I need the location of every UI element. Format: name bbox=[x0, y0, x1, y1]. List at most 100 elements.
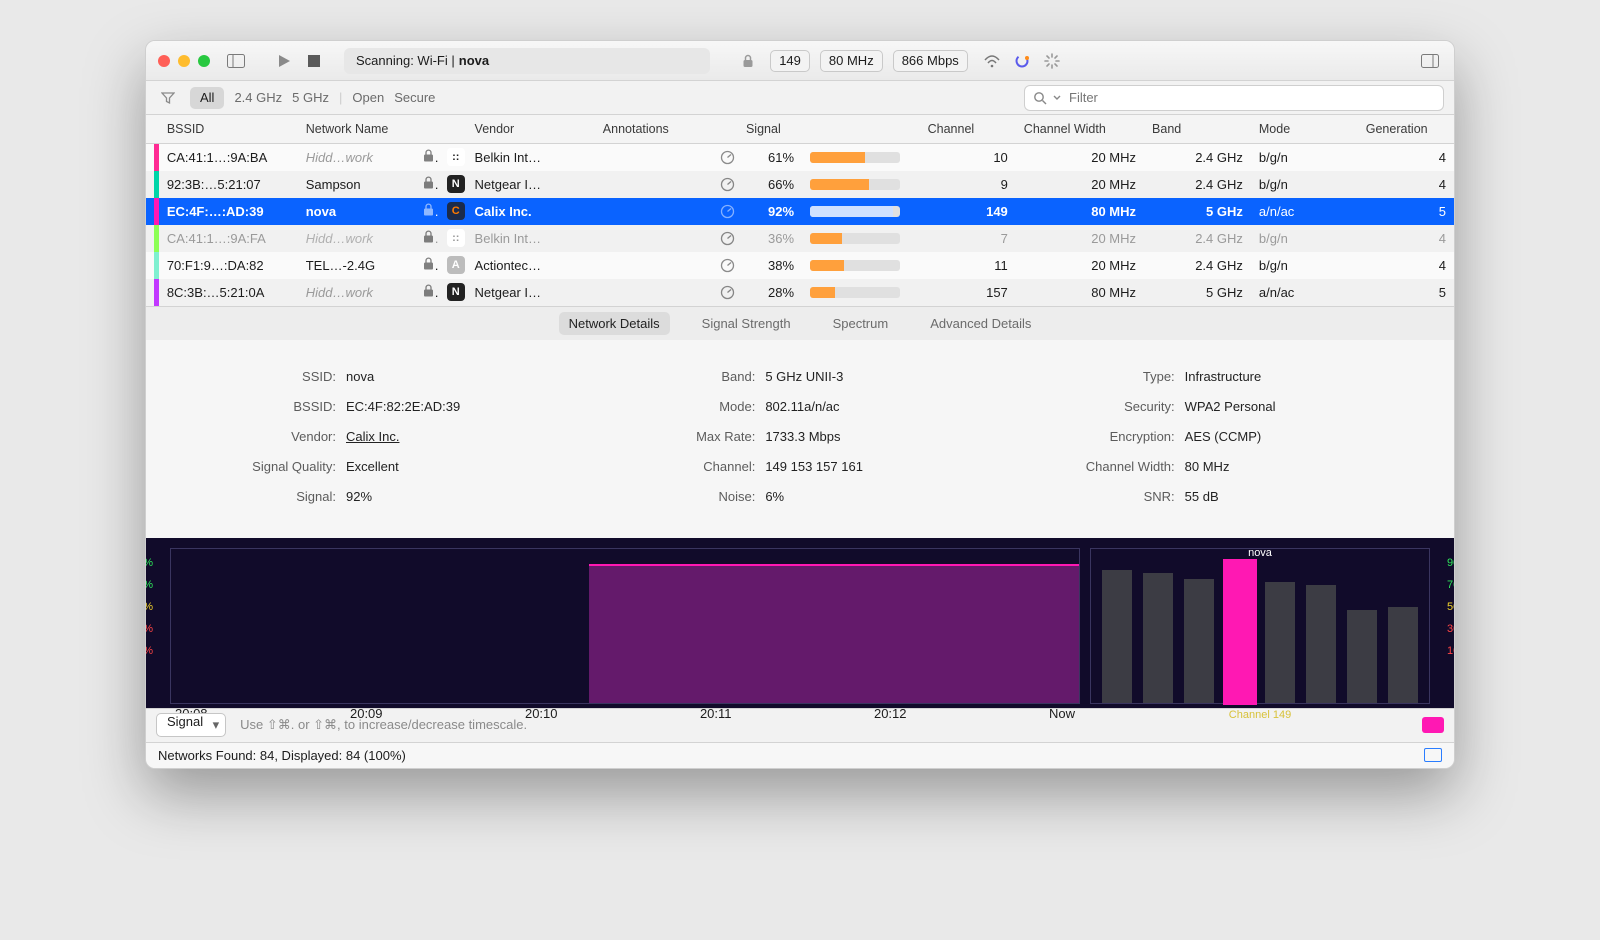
table-header-row[interactable]: BSSIDNetwork Name VendorAnnotations Signal… bbox=[146, 115, 1454, 143]
column-header[interactable]: Channel bbox=[920, 115, 1016, 143]
status-bar: Networks Found: 84, Displayed: 84 (100%) bbox=[146, 742, 1454, 768]
value-encryption: AES (CCMP) bbox=[1185, 429, 1262, 444]
gauge-icon bbox=[720, 285, 730, 300]
value-mode: 802.11a/n/ac bbox=[765, 399, 839, 414]
gauge-icon bbox=[720, 177, 730, 192]
spinner-icon bbox=[1040, 49, 1064, 73]
lock-icon bbox=[423, 149, 434, 162]
filter-funnel-icon[interactable] bbox=[156, 86, 180, 110]
play-scan-button[interactable] bbox=[272, 49, 296, 73]
column-header[interactable]: Network Name bbox=[298, 115, 416, 143]
search-icon bbox=[1033, 91, 1047, 105]
filter-open-button[interactable]: Open bbox=[352, 90, 384, 105]
label-bssid: BSSID: bbox=[186, 399, 336, 414]
filter-bar: All 2.4 GHz 5 GHz | Open Secure bbox=[146, 81, 1454, 115]
lock-icon bbox=[423, 284, 434, 297]
column-header[interactable] bbox=[146, 115, 159, 143]
tab-spectrum[interactable]: Spectrum bbox=[823, 312, 899, 335]
label-ssid: SSID: bbox=[186, 369, 336, 384]
column-header[interactable]: Generation bbox=[1358, 115, 1454, 143]
filter-all-button[interactable]: All bbox=[190, 87, 224, 109]
window-controls bbox=[158, 55, 210, 67]
label-band: Band: bbox=[605, 369, 755, 384]
column-header[interactable] bbox=[439, 115, 467, 143]
lock-icon bbox=[736, 49, 760, 73]
sidebar-toggle-button[interactable] bbox=[224, 49, 248, 73]
lock-icon bbox=[423, 230, 434, 243]
vendor-icon: N bbox=[447, 175, 465, 193]
vendor-icon: N bbox=[447, 283, 465, 301]
value-noise: 6% bbox=[765, 489, 784, 504]
vendor-icon: C bbox=[447, 202, 465, 220]
network-details-panel: SSID: nova BSSID: EC:4F:82:2E:AD:39 Vendor… bbox=[146, 340, 1454, 538]
gauge-icon bbox=[720, 204, 730, 219]
tab-signal-strength[interactable]: Signal Strength bbox=[692, 312, 801, 335]
tab-network-details[interactable]: Network Details bbox=[559, 312, 670, 335]
chevron-down-icon[interactable] bbox=[1053, 94, 1061, 102]
column-header[interactable]: Signal bbox=[738, 115, 802, 143]
scan-status-network: nova bbox=[459, 53, 489, 68]
label-encryption: Encryption: bbox=[1025, 429, 1175, 444]
network-row[interactable]: EC:4F:…:AD:39novaCCalix Inc.92%14980 MHz… bbox=[146, 198, 1454, 225]
stop-scan-button[interactable] bbox=[302, 49, 326, 73]
label-snr: SNR: bbox=[1025, 489, 1175, 504]
tab-advanced-details[interactable]: Advanced Details bbox=[920, 312, 1041, 335]
value-channel-width: 80 MHz bbox=[1185, 459, 1230, 474]
channel-tag: 149 bbox=[770, 50, 810, 72]
gauge-icon bbox=[720, 150, 730, 165]
titlebar: Scanning: Wi-Fi | nova 149 80 MHz 866 Mb… bbox=[146, 41, 1454, 81]
value-vendor-link[interactable]: Calix Inc. bbox=[346, 429, 399, 444]
value-signal: 92% bbox=[346, 489, 372, 504]
value-ssid: nova bbox=[346, 369, 374, 384]
gauge-icon bbox=[720, 258, 730, 273]
link-rate-tag: 866 Mbps bbox=[893, 50, 968, 72]
signal-chart-area: 90%70%50%30%10%20:0820:0920:1020:1120:12… bbox=[146, 538, 1454, 708]
filter-24ghz-button[interactable]: 2.4 GHz bbox=[234, 90, 282, 105]
column-header[interactable]: Annotations bbox=[595, 115, 713, 143]
label-vendor: Vendor: bbox=[186, 429, 336, 444]
value-security: WPA2 Personal bbox=[1185, 399, 1276, 414]
vendor-icon: A bbox=[447, 256, 465, 274]
column-header[interactable]: Band bbox=[1144, 115, 1251, 143]
value-type: Infrastructure bbox=[1185, 369, 1262, 384]
column-header[interactable]: Channel Width bbox=[1016, 115, 1144, 143]
detail-tabs: Network Details Signal Strength Spectrum… bbox=[146, 306, 1454, 340]
vendor-icon: :: bbox=[447, 148, 465, 166]
value-bssid: EC:4F:82:2E:AD:39 bbox=[346, 399, 460, 414]
close-window-button[interactable] bbox=[158, 55, 170, 67]
label-noise: Noise: bbox=[605, 489, 755, 504]
column-header[interactable]: Mode bbox=[1251, 115, 1358, 143]
minimize-window-button[interactable] bbox=[178, 55, 190, 67]
filter-input[interactable] bbox=[1067, 89, 1435, 106]
display-mode-icon[interactable] bbox=[1424, 748, 1442, 762]
label-type: Type: bbox=[1025, 369, 1175, 384]
network-row[interactable]: 8C:3B:…5:21:0AHidd…workNNetgear I…28%157… bbox=[146, 279, 1454, 306]
filter-5ghz-button[interactable]: 5 GHz bbox=[292, 90, 329, 105]
zoom-window-button[interactable] bbox=[198, 55, 210, 67]
network-row[interactable]: 70:F1:9…:DA:82TEL…-2.4GAActiontec…38%112… bbox=[146, 252, 1454, 279]
app-window: Scanning: Wi-Fi | nova 149 80 MHz 866 Mb… bbox=[145, 40, 1455, 769]
refresh-icon[interactable] bbox=[1010, 49, 1034, 73]
value-max-rate: 1733.3 Mbps bbox=[765, 429, 840, 444]
label-security: Security: bbox=[1025, 399, 1175, 414]
lock-icon bbox=[423, 257, 434, 270]
column-header[interactable] bbox=[712, 115, 738, 143]
value-channel: 149 153 157 161 bbox=[765, 459, 863, 474]
lock-icon bbox=[423, 203, 434, 216]
filter-search[interactable] bbox=[1024, 85, 1444, 111]
column-header[interactable] bbox=[415, 115, 439, 143]
chart-metric-selector[interactable]: Signal bbox=[156, 713, 226, 737]
vendor-icon: :: bbox=[447, 229, 465, 247]
filter-secure-button[interactable]: Secure bbox=[394, 90, 435, 105]
scan-status: Scanning: Wi-Fi | nova bbox=[344, 48, 710, 74]
networks-table: BSSIDNetwork Name VendorAnnotations Signal… bbox=[146, 115, 1454, 306]
network-row[interactable]: CA:41:1…:9A:BAHidd…work::Belkin Int…61%1… bbox=[146, 143, 1454, 171]
column-header[interactable]: Vendor bbox=[467, 115, 595, 143]
column-header[interactable]: BSSID bbox=[159, 115, 298, 143]
gauge-icon bbox=[720, 231, 730, 246]
channel-width-tag: 80 MHz bbox=[820, 50, 883, 72]
network-row[interactable]: CA:41:1…:9A:FAHidd…work::Belkin Int…36%7… bbox=[146, 225, 1454, 252]
network-row[interactable]: 92:3B:…5:21:07SampsonNNetgear I…66%920 M… bbox=[146, 171, 1454, 198]
panel-toggle-button[interactable] bbox=[1418, 49, 1442, 73]
column-header[interactable] bbox=[802, 115, 920, 143]
